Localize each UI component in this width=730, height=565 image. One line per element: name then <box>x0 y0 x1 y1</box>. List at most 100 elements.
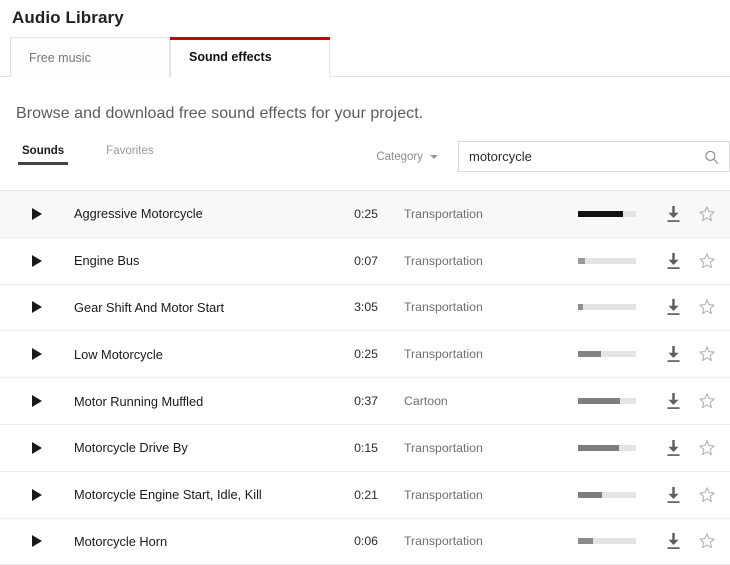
favorite-button[interactable] <box>690 199 724 229</box>
sound-duration: 0:15 <box>332 441 378 455</box>
popularity-bar-track <box>578 304 636 310</box>
row-actions <box>640 339 730 369</box>
table-row[interactable]: Motorcycle Drive By 0:15 Transportation <box>0 425 730 472</box>
popularity-meter <box>578 258 640 264</box>
tab-sound-effects[interactable]: Sound effects <box>170 37 330 77</box>
popularity-bar-track <box>578 492 636 498</box>
star-outline-icon <box>698 298 716 316</box>
table-row[interactable]: Engine Bus 0:07 Transportation <box>0 238 730 285</box>
popularity-bar-track <box>578 258 636 264</box>
download-icon <box>665 252 682 270</box>
table-row[interactable]: Aggressive Motorcycle 0:25 Transportatio… <box>0 191 730 238</box>
popularity-bar-fill <box>578 398 620 404</box>
table-row[interactable]: Gear Shift And Motor Start 3:05 Transpor… <box>0 285 730 332</box>
play-triangle-icon <box>32 255 42 267</box>
download-button[interactable] <box>656 433 690 463</box>
sound-category: Transportation <box>378 347 578 361</box>
popularity-bar-fill <box>578 492 602 498</box>
audio-library-page: Audio Library Free music Sound effects B… <box>0 0 730 546</box>
download-icon <box>665 486 682 504</box>
sound-title: Aggressive Motorcycle <box>74 206 332 221</box>
play-triangle-icon <box>32 301 42 313</box>
table-row[interactable]: Motorcycle Engine Start, Idle, Kill 0:21… <box>0 472 730 519</box>
sound-category: Cartoon <box>378 394 578 408</box>
download-button[interactable] <box>656 526 690 556</box>
table-row[interactable]: Low Motorcycle 0:25 Transportation <box>0 331 730 378</box>
row-actions <box>640 199 730 229</box>
sound-title: Engine Bus <box>74 253 332 268</box>
favorite-button[interactable] <box>690 339 724 369</box>
play-button[interactable] <box>0 395 74 407</box>
search-box[interactable] <box>458 141 730 172</box>
play-triangle-icon <box>32 348 42 360</box>
main-tabs: Free music Sound effects <box>0 37 730 77</box>
popularity-meter <box>578 492 640 498</box>
play-button[interactable] <box>0 489 74 501</box>
popularity-meter <box>578 398 640 404</box>
popularity-bar-track <box>578 538 636 544</box>
sound-duration: 0:07 <box>332 254 378 268</box>
popularity-bar-fill <box>578 304 583 310</box>
play-triangle-icon <box>32 395 42 407</box>
favorite-button[interactable] <box>690 246 724 276</box>
download-button[interactable] <box>656 386 690 416</box>
popularity-bar-fill <box>578 211 623 217</box>
table-row[interactable]: Motor Running Muffled 0:37 Cartoon <box>0 378 730 425</box>
play-button[interactable] <box>0 442 74 454</box>
search-input[interactable] <box>459 142 729 171</box>
tab-free-music[interactable]: Free music <box>10 37 170 77</box>
tab-sound-effects-label: Sound effects <box>189 50 272 64</box>
play-button[interactable] <box>0 255 74 267</box>
download-icon <box>665 205 682 223</box>
row-actions <box>640 433 730 463</box>
favorite-button[interactable] <box>690 526 724 556</box>
sound-effects-table: Aggressive Motorcycle 0:25 Transportatio… <box>0 190 730 565</box>
sound-title: Motorcycle Engine Start, Idle, Kill <box>74 487 332 502</box>
download-button[interactable] <box>656 292 690 322</box>
download-button[interactable] <box>656 246 690 276</box>
chevron-down-icon <box>430 155 438 159</box>
popularity-bar-track <box>578 351 636 357</box>
favorite-button[interactable] <box>690 433 724 463</box>
tab-free-music-label: Free music <box>29 51 91 65</box>
download-icon <box>665 345 682 363</box>
play-triangle-icon <box>32 489 42 501</box>
download-button[interactable] <box>656 480 690 510</box>
star-outline-icon <box>698 439 716 457</box>
category-dropdown[interactable]: Category <box>376 151 438 163</box>
download-icon <box>665 439 682 457</box>
favorite-button[interactable] <box>690 292 724 322</box>
subtab-favorites[interactable]: Favorites <box>102 145 157 165</box>
subtab-sounds[interactable]: Sounds <box>18 145 68 165</box>
sound-duration: 0:25 <box>332 207 378 221</box>
sound-duration: 0:25 <box>332 347 378 361</box>
popularity-bar-fill <box>578 351 601 357</box>
sound-duration: 3:05 <box>332 300 378 314</box>
download-button[interactable] <box>656 199 690 229</box>
sound-duration: 0:06 <box>332 534 378 548</box>
play-triangle-icon <box>32 208 42 220</box>
sound-category: Transportation <box>378 300 578 314</box>
sound-title: Motorcycle Horn <box>74 534 332 549</box>
row-actions <box>640 246 730 276</box>
table-row[interactable]: Motorcycle Horn 0:06 Transportation <box>0 519 730 565</box>
popularity-bar-fill <box>578 445 619 451</box>
play-button[interactable] <box>0 301 74 313</box>
favorite-button[interactable] <box>690 480 724 510</box>
category-dropdown-label: Category <box>376 151 423 163</box>
popularity-bar-fill <box>578 258 585 264</box>
play-button[interactable] <box>0 208 74 220</box>
popularity-bar-track <box>578 211 636 217</box>
subtab-favorites-label: Favorites <box>106 145 153 157</box>
popularity-meter <box>578 211 640 217</box>
sound-duration: 0:21 <box>332 488 378 502</box>
favorite-button[interactable] <box>690 386 724 416</box>
download-button[interactable] <box>656 339 690 369</box>
play-button[interactable] <box>0 348 74 360</box>
popularity-bar-fill <box>578 538 593 544</box>
row-actions <box>640 526 730 556</box>
star-outline-icon <box>698 205 716 223</box>
sound-title: Low Motorcycle <box>74 347 332 362</box>
sound-title: Motor Running Muffled <box>74 394 332 409</box>
sound-category: Transportation <box>378 488 578 502</box>
